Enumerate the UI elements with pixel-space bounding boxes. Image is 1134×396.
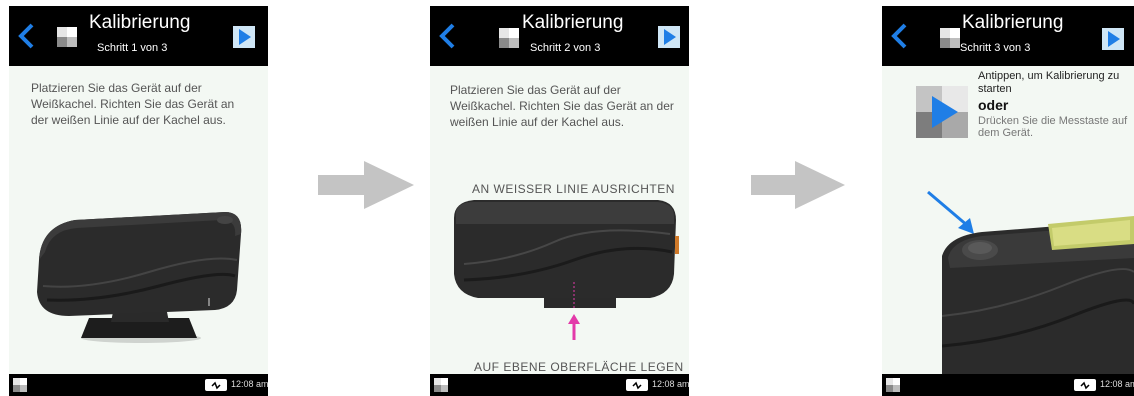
status-bar: 12:08 am bbox=[430, 374, 689, 396]
color-tiles-logo-icon bbox=[886, 378, 900, 392]
step-indicator: Schritt 2 von 3 bbox=[530, 42, 601, 54]
back-chevron-icon[interactable] bbox=[889, 22, 911, 50]
action-instruction-line1: Antippen, um Kalibrierung zu bbox=[978, 70, 1120, 82]
clock-time: 12:08 am bbox=[231, 379, 268, 389]
play-button[interactable] bbox=[658, 26, 680, 48]
right-arrow-icon bbox=[318, 161, 414, 209]
action-instruction-line2: starten bbox=[978, 83, 1012, 95]
right-arrow-icon bbox=[751, 161, 845, 209]
screen-step-1: Kalibrierung Schritt 1 von 3 Platzieren … bbox=[9, 6, 268, 396]
page-title: Kalibrierung bbox=[522, 12, 624, 33]
step-indicator: Schritt 3 von 3 bbox=[960, 42, 1031, 54]
color-tiles-logo-icon bbox=[434, 378, 448, 392]
header-bar: Kalibrierung Schritt 3 von 3 bbox=[882, 6, 1134, 66]
back-chevron-icon[interactable] bbox=[16, 22, 38, 50]
step-indicator: Schritt 1 von 3 bbox=[97, 42, 168, 54]
header-bar: Kalibrierung Schritt 1 von 3 bbox=[9, 6, 268, 66]
play-button[interactable] bbox=[1102, 28, 1124, 50]
surface-caption: AUF EBENE OBERFLÄCHE LEGEN bbox=[474, 360, 684, 374]
battery-charging-icon bbox=[626, 379, 648, 391]
color-tiles-logo-icon bbox=[13, 378, 27, 392]
start-calibration-button[interactable] bbox=[916, 86, 968, 138]
color-tiles-logo-icon bbox=[940, 28, 960, 48]
instruction-text: Platzieren Sie das Gerät auf der Weißkac… bbox=[450, 83, 674, 129]
instruction-text: Platzieren Sie das Gerät auf der Weißkac… bbox=[31, 81, 235, 127]
or-label: oder bbox=[978, 97, 1009, 113]
status-bar: 12:08 am bbox=[882, 374, 1134, 396]
spectrophotometer-device-illustration bbox=[37, 212, 242, 343]
page-title: Kalibrierung bbox=[89, 12, 191, 33]
spectrophotometer-device-illustration bbox=[454, 200, 679, 340]
clock-time: 12:08 am bbox=[652, 379, 689, 389]
color-tiles-logo-icon bbox=[499, 28, 519, 48]
play-icon bbox=[1108, 31, 1120, 47]
screen-step-3: Kalibrierung Schritt 3 von 3 Antippen, u… bbox=[882, 6, 1134, 396]
spectrophotometer-device-illustration bbox=[942, 216, 1134, 376]
play-icon bbox=[239, 29, 251, 45]
page-title: Kalibrierung bbox=[962, 12, 1064, 33]
battery-charging-icon bbox=[1074, 379, 1096, 391]
battery-charging-icon bbox=[205, 379, 227, 391]
status-bar: 12:08 am bbox=[9, 374, 268, 396]
screen-step-2: Kalibrierung Schritt 2 von 3 Platzieren … bbox=[430, 6, 689, 396]
play-button[interactable] bbox=[233, 26, 255, 48]
measure-key-instruction: Drücken Sie die Messtaste auf dem Gerät. bbox=[978, 115, 1128, 139]
color-tiles-logo-icon bbox=[57, 27, 77, 47]
clock-time: 12:08 am bbox=[1100, 379, 1134, 389]
play-icon bbox=[664, 29, 676, 45]
header-bar: Kalibrierung Schritt 2 von 3 bbox=[430, 6, 689, 66]
play-icon bbox=[916, 86, 968, 138]
back-chevron-icon[interactable] bbox=[437, 22, 459, 50]
